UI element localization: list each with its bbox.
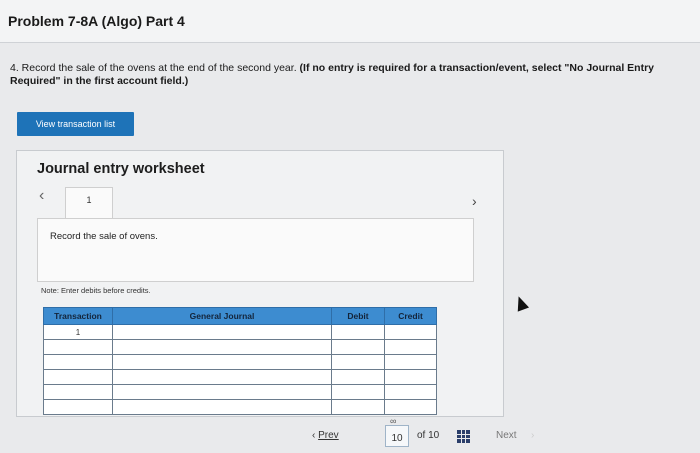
table-row <box>43 369 437 385</box>
debit-field[interactable] <box>331 324 385 340</box>
entry-description-box: Record the sale of ovens. <box>37 218 474 282</box>
table-row: 1 <box>43 324 437 340</box>
account-field[interactable] <box>112 339 332 355</box>
debit-field[interactable] <box>331 384 385 400</box>
chevron-right-icon[interactable]: › <box>472 193 477 209</box>
column-header-credit: Credit <box>384 307 437 325</box>
debit-field[interactable] <box>331 354 385 370</box>
account-field[interactable] <box>112 399 332 415</box>
mouse-cursor-icon <box>512 294 530 312</box>
instruction-main: 4. Record the sale of the ovens at the e… <box>10 62 297 74</box>
transaction-cell <box>43 354 113 370</box>
account-field[interactable] <box>112 384 332 400</box>
debit-field[interactable] <box>331 399 385 415</box>
column-header-general-journal: General Journal <box>112 307 332 325</box>
prev-label: Prev <box>318 430 339 441</box>
chevron-left-icon: ‹ <box>312 430 316 441</box>
entry-description: Record the sale of ovens. <box>50 231 158 242</box>
page-total: of 10 <box>417 430 440 441</box>
account-field[interactable] <box>112 324 332 340</box>
account-field[interactable] <box>112 369 332 385</box>
view-transaction-list-button[interactable]: View transaction list <box>17 112 134 136</box>
transaction-cell <box>43 369 113 385</box>
transaction-cell <box>43 339 113 355</box>
table-row <box>43 354 437 370</box>
transaction-cell <box>43 399 113 415</box>
credit-field[interactable] <box>384 324 437 340</box>
page-title: Problem 7-8A (Algo) Part 4 <box>8 13 185 29</box>
chevron-left-icon[interactable]: ‹ <box>39 187 44 205</box>
credit-field[interactable] <box>384 369 437 385</box>
transaction-cell: 1 <box>43 324 113 340</box>
credit-field[interactable] <box>384 399 437 415</box>
chevron-right-icon: › <box>531 430 535 441</box>
instructions: 4. Record the sale of the ovens at the e… <box>10 62 680 88</box>
current-page-selector[interactable]: 10 <box>385 425 409 447</box>
top-bar: Problem 7-8A (Algo) Part 4 <box>0 0 700 43</box>
account-field[interactable] <box>112 354 332 370</box>
grid-icon[interactable] <box>457 430 470 443</box>
column-header-debit: Debit <box>331 307 385 325</box>
debits-note: Note: Enter debits before credits. <box>41 286 151 295</box>
worksheet-tab-1[interactable]: 1 <box>65 187 113 218</box>
table-row <box>43 339 437 355</box>
debit-field[interactable] <box>331 369 385 385</box>
credit-field[interactable] <box>384 339 437 355</box>
credit-field[interactable] <box>384 384 437 400</box>
journal-entry-worksheet: Journal entry worksheet ‹ 1 › Record the… <box>16 150 504 417</box>
transaction-cell <box>43 384 113 400</box>
prev-button[interactable]: ‹ Prev <box>312 430 339 441</box>
worksheet-title: Journal entry worksheet <box>37 161 205 177</box>
table-row <box>43 399 437 415</box>
column-header-transaction: Transaction <box>43 307 113 325</box>
next-button[interactable]: Next <box>496 430 517 441</box>
credit-field[interactable] <box>384 354 437 370</box>
journal-table: Transaction General Journal Debit Credit… <box>43 307 437 415</box>
debit-field[interactable] <box>331 339 385 355</box>
table-row <box>43 384 437 400</box>
